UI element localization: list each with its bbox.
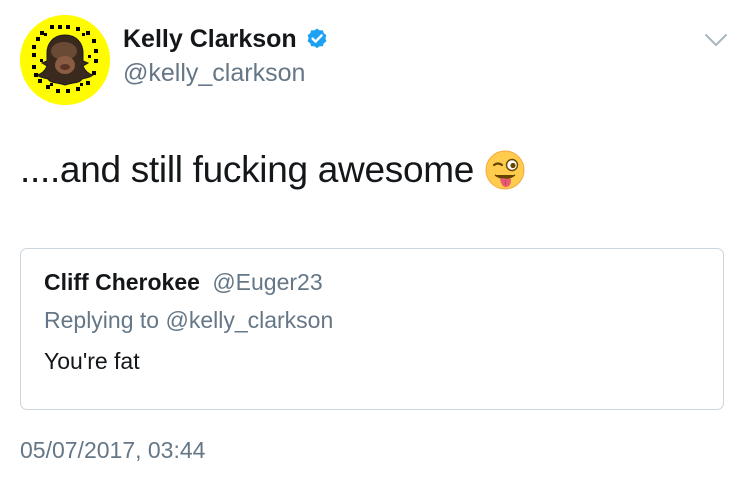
snapchat-ghost-avatar-icon: [20, 15, 110, 105]
tweet-timestamp[interactable]: 05/07/2017, 03:44: [20, 435, 205, 465]
verified-badge-icon: [307, 28, 327, 49]
tweet-card: Kelly Clarkson @kelly_clarkson ....and s…: [0, 0, 745, 482]
author-handle[interactable]: @kelly_clarkson: [123, 58, 305, 88]
tweet-text: ....and still fucking awesome: [20, 146, 526, 194]
tweet-text-content: ....and still fucking awesome: [20, 149, 475, 190]
reply-to-handle[interactable]: @kelly_clarkson: [165, 307, 333, 333]
reply-prefix: Replying to: [44, 307, 160, 333]
quoted-tweet-text: You're fat: [44, 348, 140, 374]
quoted-tweet-card[interactable]: Cliff Cherokee @Euger23 Replying to @kel…: [20, 248, 724, 410]
winking-face-with-tongue-icon: [485, 150, 525, 190]
author-avatar[interactable]: [20, 15, 110, 105]
author-name[interactable]: Kelly Clarkson: [123, 24, 297, 54]
quoted-author-name: Cliff Cherokee: [44, 269, 200, 295]
quoted-reply-context: Replying to @kelly_clarkson: [44, 305, 333, 335]
quoted-author-handle: @Euger23: [212, 269, 323, 295]
quoted-tweet-header: Cliff Cherokee @Euger23: [44, 267, 323, 297]
author-name-row: Kelly Clarkson: [123, 24, 329, 54]
chevron-down-icon[interactable]: [703, 30, 729, 50]
